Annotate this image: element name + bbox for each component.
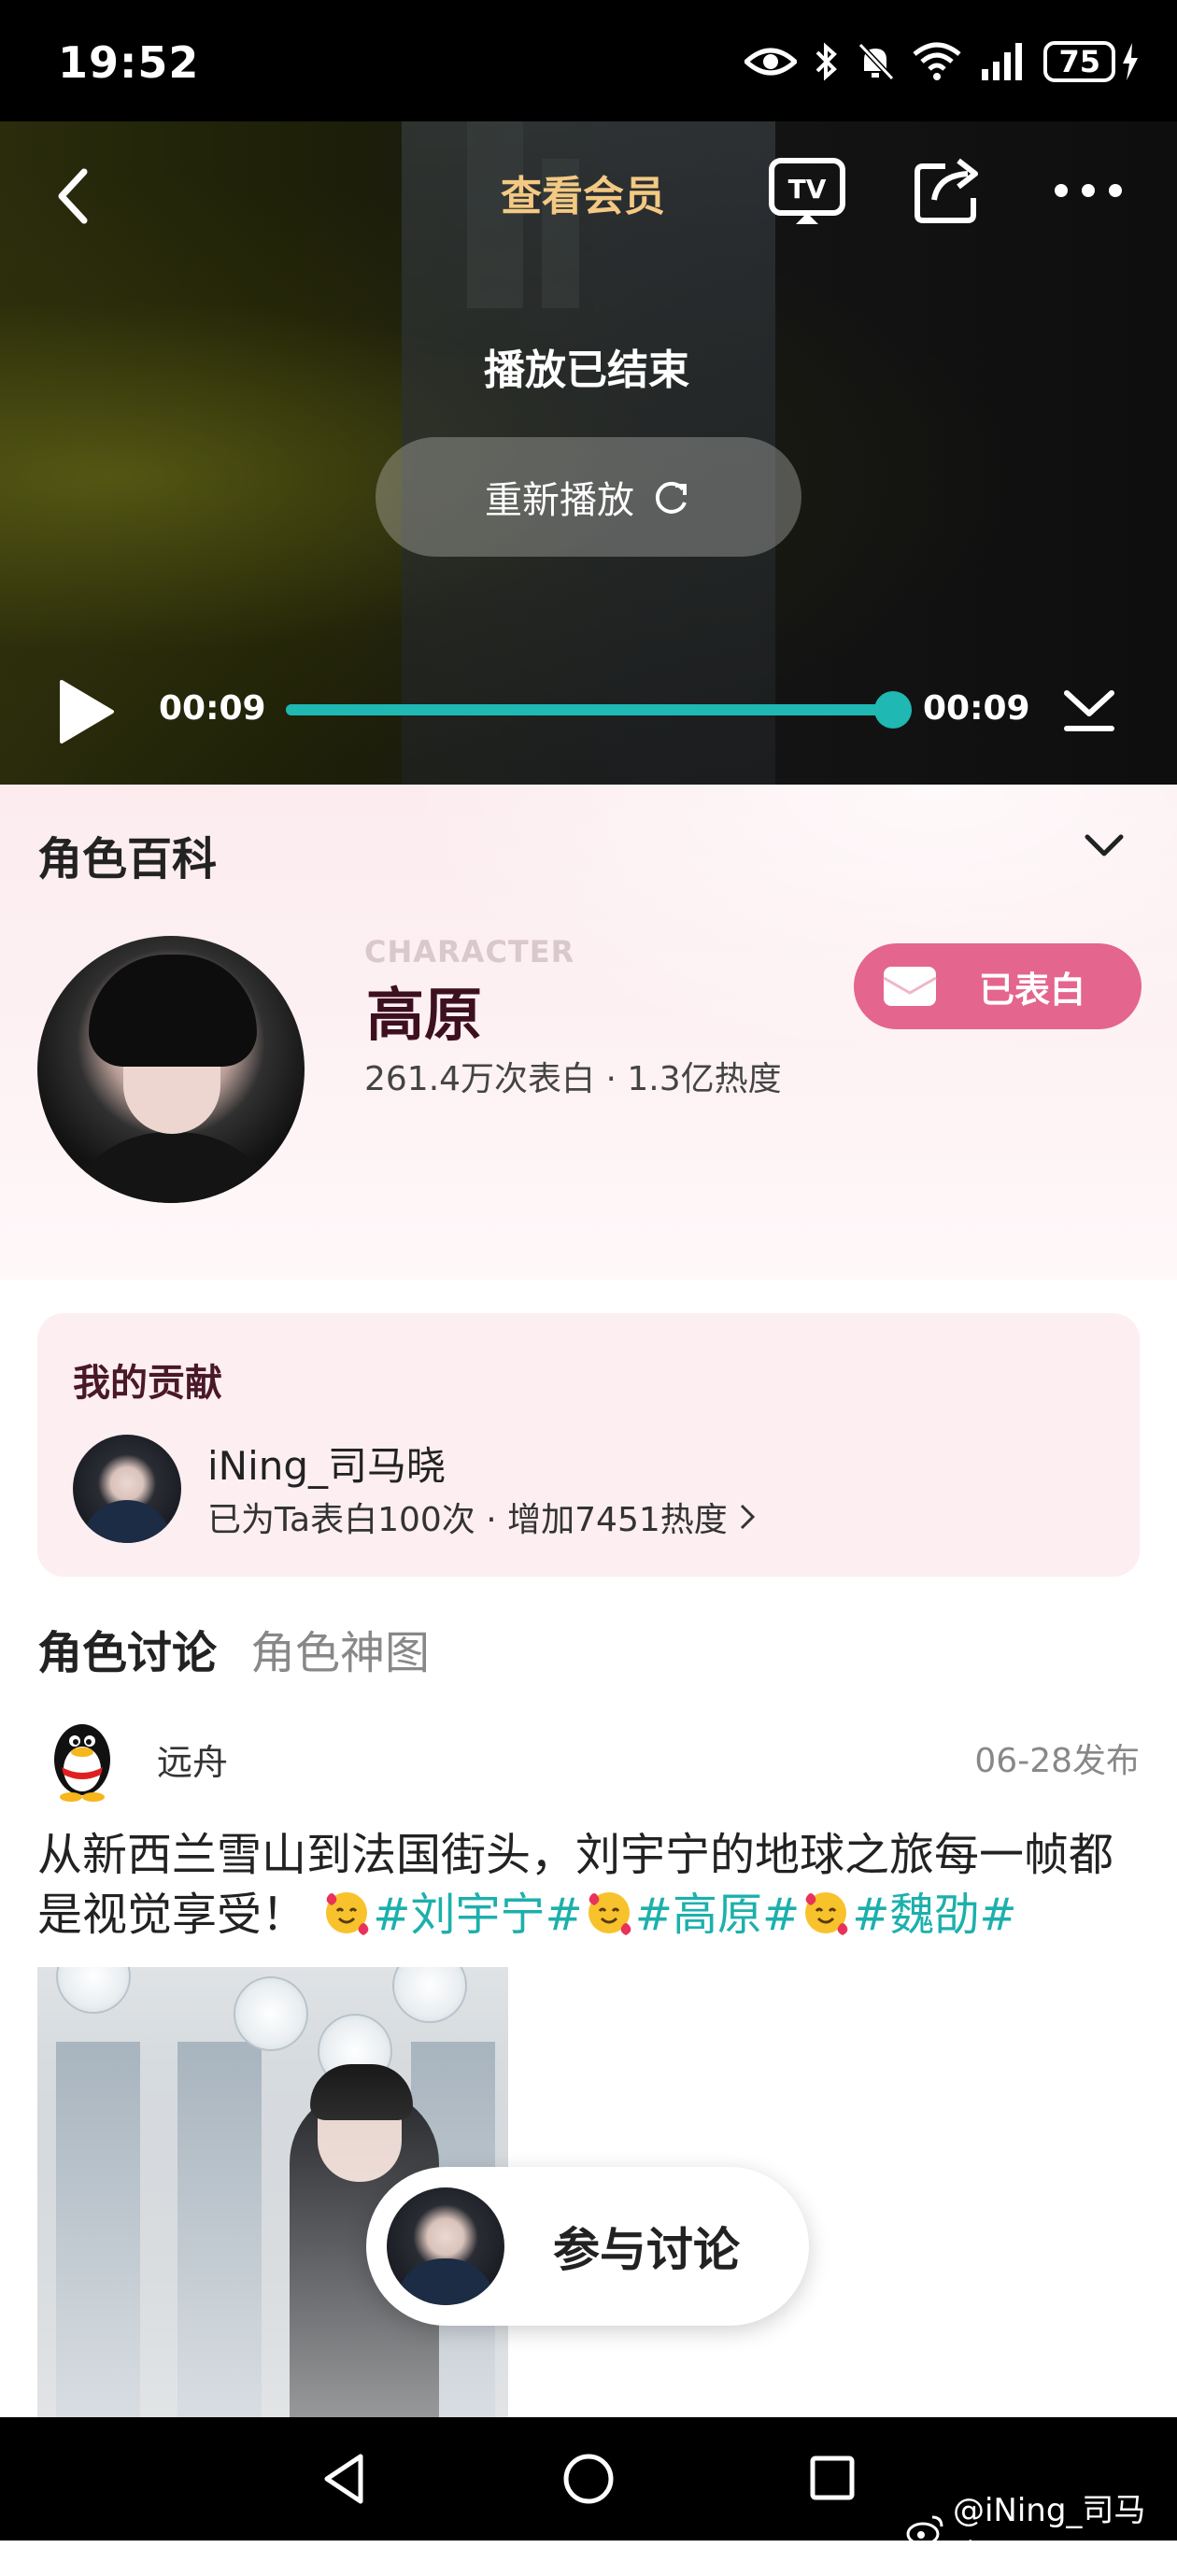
contribution-title: 我的贡献 <box>73 1362 222 1405</box>
chevron-right-icon <box>740 1504 755 1530</box>
nav-recents-icon[interactable] <box>809 2455 856 2501</box>
character-avatar[interactable] <box>37 936 305 1203</box>
total-time: 00:09 <box>923 689 1030 728</box>
playback-ended-label: 播放已结束 <box>484 347 689 394</box>
contribution-info-text: 已为Ta表白100次 · 增加7451热度 <box>207 1501 728 1539</box>
join-discussion-button[interactable]: 参与讨论 <box>366 2167 809 2326</box>
watermark-text: @iNing_司马晓 <box>952 2492 1146 2575</box>
post-username[interactable]: 远舟 <box>157 1734 228 1785</box>
battery-level: 75 <box>1043 41 1115 82</box>
tv-cast-icon[interactable]: TV <box>768 155 846 230</box>
qq-penguin-avatar[interactable] <box>37 1713 127 1803</box>
nav-home-icon[interactable] <box>560 2451 617 2507</box>
battery-indicator: 75 <box>1043 41 1140 82</box>
smiling-face-with-hearts-icon <box>805 1892 848 1935</box>
character-en-label: CHARACTER <box>364 934 575 970</box>
my-avatar <box>387 2187 504 2305</box>
progress-handle[interactable] <box>874 691 912 729</box>
svg-text:TV: TV <box>788 174 827 205</box>
signal-icon <box>982 43 1023 80</box>
contribution-user-name: iNing_司马晓 <box>207 1443 447 1489</box>
character-section: 角色百科 CHARACTER 高原 261.4万次表白 · 1.3亿热度 已表白 <box>0 785 1177 1280</box>
status-time: 19:52 <box>58 37 200 88</box>
more-options-icon[interactable] <box>1054 172 1123 209</box>
progress-bar[interactable] <box>286 691 912 729</box>
charging-icon <box>1123 43 1138 80</box>
hashtag-link[interactable]: #高原# <box>635 1889 800 1941</box>
character-name: 高原 <box>366 981 483 1049</box>
hashtag-link[interactable]: #魏劭# <box>852 1889 1016 1941</box>
progress-fill <box>286 704 893 715</box>
smiling-face-with-hearts-icon <box>326 1892 369 1935</box>
back-arrow-icon[interactable] <box>47 159 103 234</box>
character-section-title: 角色百科 <box>37 833 218 885</box>
view-membership-link[interactable]: 查看会员 <box>501 163 665 222</box>
user-avatar <box>73 1435 181 1543</box>
status-bar: 19:52 75 <box>0 0 1177 131</box>
share-icon[interactable] <box>914 153 985 228</box>
eye-icon <box>744 48 798 76</box>
mute-bell-icon <box>858 42 895 81</box>
wifi-icon <box>913 42 962 80</box>
tab-character-images[interactable]: 角色神图 <box>250 1616 430 1681</box>
play-icon[interactable] <box>54 676 120 747</box>
status-icons: 75 <box>744 41 1140 82</box>
join-discussion-label: 参与讨论 <box>553 2223 740 2277</box>
contribution-info[interactable]: 已为Ta表白100次 · 增加7451热度 <box>207 1493 756 1541</box>
collapse-icon[interactable] <box>1061 682 1117 738</box>
post-date: 06-28发布 <box>974 1742 1140 1780</box>
hashtag-link[interactable]: #刘宇宁# <box>373 1889 582 1941</box>
confessed-button[interactable]: 已表白 <box>854 943 1142 1029</box>
replay-button[interactable]: 重新播放 <box>376 437 801 557</box>
tab-character-discussion[interactable]: 角色讨论 <box>37 1616 217 1681</box>
bluetooth-icon <box>816 42 838 81</box>
chevron-down-icon[interactable] <box>1084 833 1125 859</box>
weibo-watermark: @iNing_司马晓 <box>906 2484 1177 2576</box>
video-player[interactable]: 查看会员 TV 播放已结束 重新播放 00:09 00:09 <box>0 121 1177 785</box>
post-content[interactable]: 从新西兰雪山到法国街头，刘宇宁的地球之旅每一帧都是视觉享受！ #刘宇宁# #高原#… <box>37 1825 1149 1945</box>
confessed-label: 已表白 <box>979 969 1086 1011</box>
player-top-bar: 查看会员 TV <box>0 121 1177 252</box>
replay-icon <box>655 481 687 514</box>
replay-label: 重新播放 <box>485 479 634 522</box>
weibo-logo-icon <box>906 2515 943 2546</box>
discussion-tabs: 角色讨论 角色神图 <box>37 1616 430 1681</box>
smiling-face-with-hearts-icon <box>588 1892 631 1935</box>
nav-back-icon[interactable] <box>318 2451 374 2507</box>
character-stats: 261.4万次表白 · 1.3亿热度 <box>364 1060 782 1098</box>
my-contribution-card[interactable]: 我的贡献 iNing_司马晓 已为Ta表白100次 · 增加7451热度 <box>37 1313 1140 1577</box>
envelope-icon <box>883 967 937 1006</box>
current-time: 00:09 <box>159 689 266 728</box>
